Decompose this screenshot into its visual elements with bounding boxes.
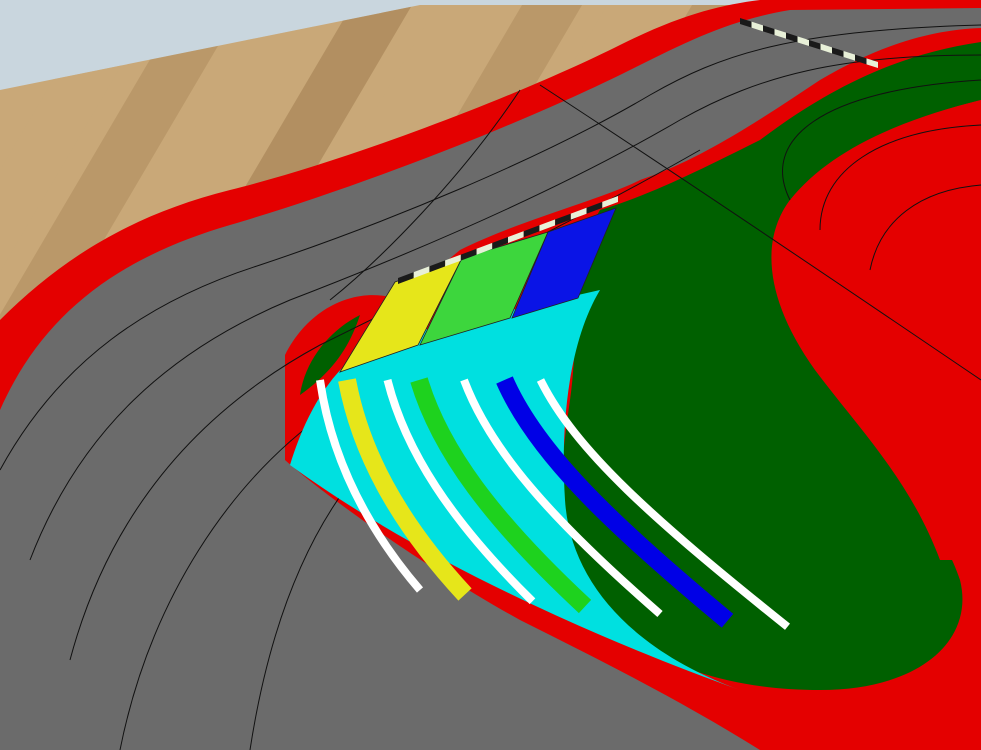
track-3d-viewport[interactable]	[0, 0, 981, 750]
